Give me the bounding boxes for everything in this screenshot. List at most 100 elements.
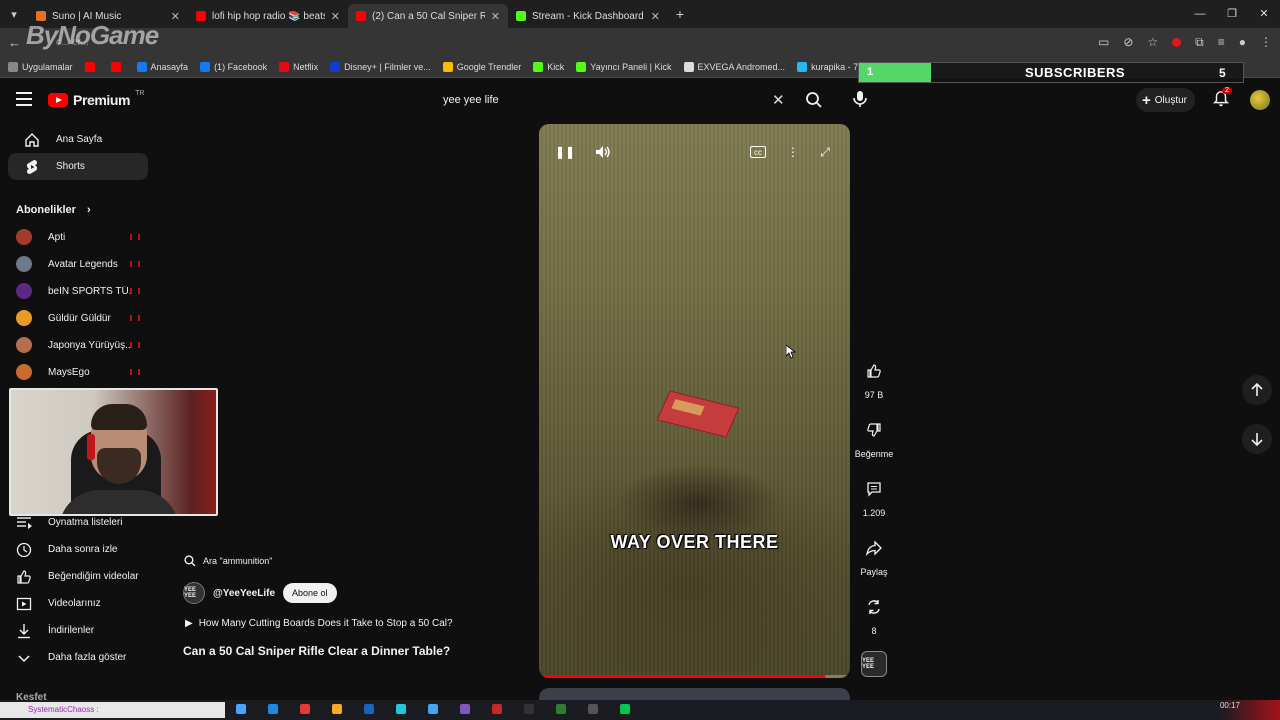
- next-short-button[interactable]: [1242, 424, 1272, 454]
- captions-icon[interactable]: cc: [750, 146, 766, 158]
- account-avatar[interactable]: [1250, 90, 1270, 110]
- comment-count: 1.209: [862, 508, 886, 518]
- subscription-item[interactable]: beIN SPORTS TÜ...: [16, 281, 140, 301]
- taskbar-app-icon[interactable]: [364, 704, 374, 714]
- taskbar-app-icon[interactable]: [300, 704, 310, 714]
- volume-icon[interactable]: [592, 142, 614, 162]
- restore-icon[interactable]: ❐: [1216, 0, 1248, 28]
- sidebar-item-clock[interactable]: Daha sonra izle: [8, 536, 156, 563]
- remix-action[interactable]: 8: [854, 592, 894, 636]
- close-tab-icon[interactable]: ✕: [491, 10, 500, 23]
- bookmark-item[interactable]: [110, 61, 125, 72]
- bookmark-item[interactable]: EXVEGA Andromed...: [683, 61, 785, 72]
- related-video-link[interactable]: ▶ How Many Cutting Boards Does it Take t…: [185, 618, 453, 629]
- bookmark-favicon-icon: [576, 61, 587, 72]
- taskbar-app-icon[interactable]: [492, 704, 502, 714]
- youtube-premium-logo[interactable]: Premium TR: [48, 90, 144, 108]
- eye-off-icon[interactable]: ⊘: [1123, 35, 1133, 49]
- channel-row: YEE YEE @YeeYeeLife Abone ol: [183, 582, 337, 604]
- hamburger-menu-icon[interactable]: [16, 92, 32, 110]
- mouse-cursor-icon: [786, 345, 796, 359]
- video-progress-bar[interactable]: [539, 675, 850, 678]
- microphone-icon[interactable]: [850, 88, 870, 110]
- more-options-icon[interactable]: ⋮: [782, 142, 804, 162]
- minimize-icon[interactable]: —: [1184, 0, 1216, 28]
- taskbar-app-icon[interactable]: [524, 704, 534, 714]
- subscriptions-heading[interactable]: Abonelikler ›: [16, 204, 91, 216]
- bookmark-item[interactable]: Yayıncı Paneli | Kick: [576, 61, 672, 72]
- create-label: Oluştur: [1154, 94, 1187, 106]
- close-tab-icon[interactable]: ✕: [331, 10, 340, 23]
- bookmark-item[interactable]: Netflix: [279, 61, 318, 72]
- shorts-video-player[interactable]: WAY OVER THERE ❚❚ cc ⋮ ⤢: [539, 124, 850, 678]
- bookmark-item[interactable]: [84, 61, 99, 72]
- sidebar-item-like[interactable]: Beğendiğim videolar: [8, 563, 156, 590]
- back-icon[interactable]: ←: [8, 35, 26, 50]
- channel-handle[interactable]: @YeeYeeLife: [213, 588, 275, 599]
- close-tab-icon[interactable]: ✕: [171, 10, 180, 23]
- browser-tab[interactable]: (2) Can a 50 Cal Sniper Rifle ✕: [348, 4, 508, 28]
- subscription-item[interactable]: MaysEgo: [16, 362, 140, 382]
- dislike-action[interactable]: Beğenme: [854, 415, 894, 459]
- related-search-chip[interactable]: Ara "ammunition": [183, 551, 272, 571]
- comments-action[interactable]: 1.209: [854, 474, 894, 518]
- taskbar-app-icon[interactable]: [556, 704, 566, 714]
- bookmark-item[interactable]: (1) Facebook: [200, 61, 267, 72]
- sidebar-item-download[interactable]: İndirilenler: [8, 617, 156, 644]
- notifications-button[interactable]: 2: [1212, 87, 1232, 110]
- taskbar-app-icon[interactable]: [620, 704, 630, 714]
- taskbar-app-icon[interactable]: [396, 704, 406, 714]
- tab-search-chevron-icon[interactable]: ▾: [0, 0, 28, 28]
- home-icon: [25, 132, 39, 147]
- cast-icon[interactable]: ▭: [1098, 35, 1109, 49]
- browser-tab[interactable]: lofi hip hop radio 📚 beats to r ✕: [188, 4, 348, 28]
- browser-tab[interactable]: Stream - Kick Dashboard ✕: [508, 4, 668, 28]
- pause-icon[interactable]: ❚❚: [554, 142, 576, 162]
- bookmark-item[interactable]: Kick: [533, 61, 564, 72]
- new-tab-button[interactable]: +: [668, 6, 692, 22]
- sidebar-item-home[interactable]: Ana Sayfa: [8, 126, 148, 153]
- subscription-item[interactable]: Avatar Legends: [16, 254, 140, 274]
- share-action[interactable]: Paylaş: [854, 533, 894, 577]
- sidebar-item-chevron-down[interactable]: Daha fazla göster: [8, 644, 156, 671]
- sidebar-item-video[interactable]: Videolarınız: [8, 590, 156, 617]
- subscription-item[interactable]: Apti: [16, 227, 140, 247]
- sound-channel-avatar[interactable]: YEE YEE: [861, 651, 887, 677]
- bookmark-item[interactable]: Disney+ | Filmler ve...: [330, 61, 431, 72]
- more-icon[interactable]: ⋮: [1260, 35, 1272, 49]
- previous-short-button[interactable]: [1242, 375, 1272, 405]
- taskbar-app-icon[interactable]: [460, 704, 470, 714]
- sidebar-item-playlist[interactable]: Oynatma listeleri: [8, 509, 156, 536]
- taskbar-clock: 00:17: [1219, 701, 1240, 710]
- close-tab-icon[interactable]: ✕: [651, 10, 660, 23]
- taskbar-app-icon[interactable]: [236, 704, 246, 714]
- bookmark-label: Disney+ | Filmler ve...: [344, 61, 431, 72]
- channel-avatar[interactable]: YEE YEE: [183, 582, 205, 604]
- bookmark-item[interactable]: Anasayfa: [136, 61, 188, 72]
- bookmark-item[interactable]: Uygulamalar: [8, 61, 73, 72]
- search-icon[interactable]: [804, 90, 824, 110]
- taskbar-app-icon[interactable]: [332, 704, 342, 714]
- bookmark-item[interactable]: Google Trendler: [442, 61, 521, 72]
- subscribe-button[interactable]: Abone ol: [283, 583, 337, 603]
- create-button[interactable]: + Oluştur: [1136, 88, 1195, 112]
- search-input[interactable]: [432, 94, 762, 106]
- subscription-item[interactable]: Japonya Yürüyüş...: [16, 335, 140, 355]
- like-action[interactable]: 97 B: [854, 356, 894, 400]
- taskbar-app-icon[interactable]: [268, 704, 278, 714]
- profile-icon[interactable]: ●: [1239, 35, 1246, 49]
- subscription-item[interactable]: Güldür Güldür: [16, 308, 140, 328]
- bookmark-star-icon[interactable]: ☆: [1147, 35, 1158, 49]
- subscriber-goal-target: 5: [1219, 65, 1226, 80]
- record-icon[interactable]: [1172, 37, 1182, 47]
- thumbs-down-icon: [867, 423, 881, 437]
- taskbar-app-icon[interactable]: [428, 704, 438, 714]
- fullscreen-icon[interactable]: ⤢: [814, 142, 836, 162]
- extensions-icon[interactable]: ⧉: [1195, 35, 1204, 50]
- clear-search-icon[interactable]: ✕: [772, 91, 785, 109]
- close-window-icon[interactable]: ✕: [1248, 0, 1280, 28]
- menu-icon[interactable]: ≡: [1218, 35, 1225, 49]
- taskbar-app-icon[interactable]: [588, 704, 598, 714]
- subscription-name: Apti: [48, 231, 66, 243]
- sidebar-item-shorts[interactable]: Shorts: [8, 153, 148, 180]
